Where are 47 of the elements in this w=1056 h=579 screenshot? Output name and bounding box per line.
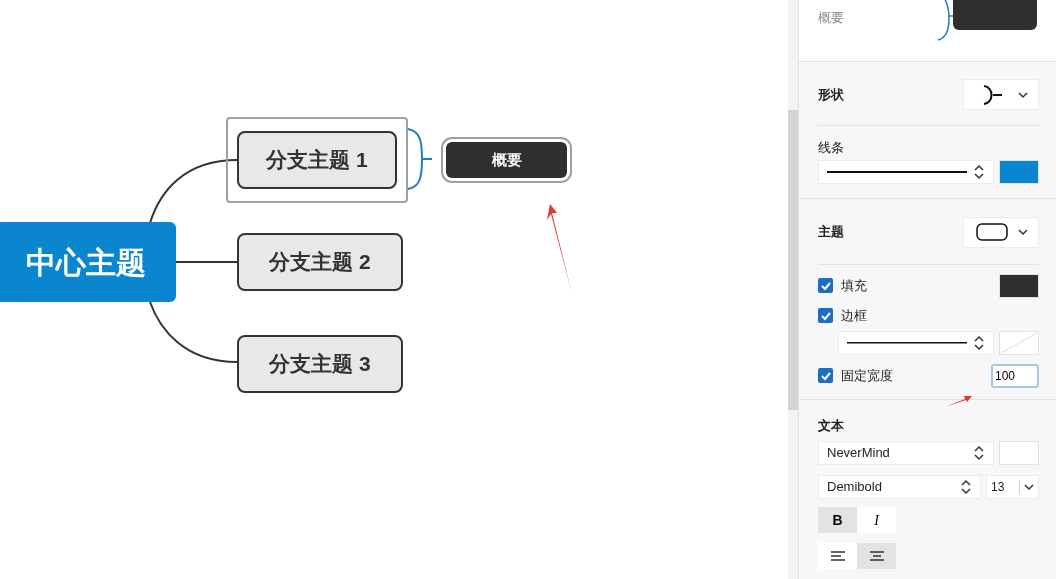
spinner-icon [973, 444, 985, 462]
align-center-icon [868, 550, 885, 562]
spinner-icon [973, 333, 985, 352]
text-color-swatch[interactable] [999, 441, 1039, 465]
border-style-select[interactable] [838, 330, 994, 355]
font-size-select[interactable]: 13 [986, 475, 1039, 499]
spinner-icon [973, 162, 985, 181]
align-left-button[interactable] [818, 543, 857, 569]
bold-button[interactable]: B [818, 507, 857, 533]
checkmark-icon [820, 370, 831, 381]
connector-line [176, 261, 237, 263]
spinner-icon [960, 478, 972, 496]
field-label: 主题 [818, 223, 844, 242]
bracket-icon [937, 0, 953, 42]
annotation-arrow [943, 394, 973, 408]
topic-shape-dropdown[interactable] [963, 216, 1039, 248]
checkbox[interactable] [818, 278, 833, 293]
branch-topic[interactable]: 分支主题 3 [237, 335, 403, 393]
field-label: 线条 [818, 139, 844, 157]
rounded-rectangle-icon [976, 222, 1008, 242]
central-topic[interactable]: 中心主题 [0, 222, 176, 302]
align-left-icon [829, 550, 846, 562]
fill-color-swatch[interactable] [999, 273, 1039, 298]
align-center-button[interactable] [857, 543, 896, 569]
checkbox-label: 填充 [841, 276, 867, 295]
checkbox-label: 固定宽度 [841, 366, 893, 385]
branch-topic[interactable]: 分支主题 1 [237, 131, 397, 189]
font-weight-select[interactable]: Demibold [818, 475, 981, 499]
line-color-swatch[interactable] [999, 159, 1039, 184]
italic-button[interactable]: I [857, 507, 896, 533]
summary-bracket [406, 127, 434, 191]
scrollbar-thumb[interactable] [788, 110, 798, 410]
checkbox[interactable] [818, 368, 833, 383]
no-color-swatch[interactable] [999, 330, 1039, 355]
section-title: 概要 [818, 9, 844, 27]
checkbox[interactable] [818, 308, 833, 323]
width-input[interactable]: 100 [991, 363, 1039, 388]
checkmark-icon [820, 280, 831, 291]
shape-dropdown[interactable] [963, 79, 1039, 110]
font-select[interactable]: NeverMind [818, 441, 994, 465]
field-label: 形状 [818, 85, 844, 104]
checkmark-icon [820, 310, 831, 321]
checkbox-label: 边框 [841, 306, 867, 325]
line-style-select[interactable] [818, 159, 994, 184]
branch-topic[interactable]: 分支主题 2 [237, 233, 403, 291]
section-title: 文本 [818, 416, 844, 435]
diagonal-icon [1000, 331, 1038, 354]
